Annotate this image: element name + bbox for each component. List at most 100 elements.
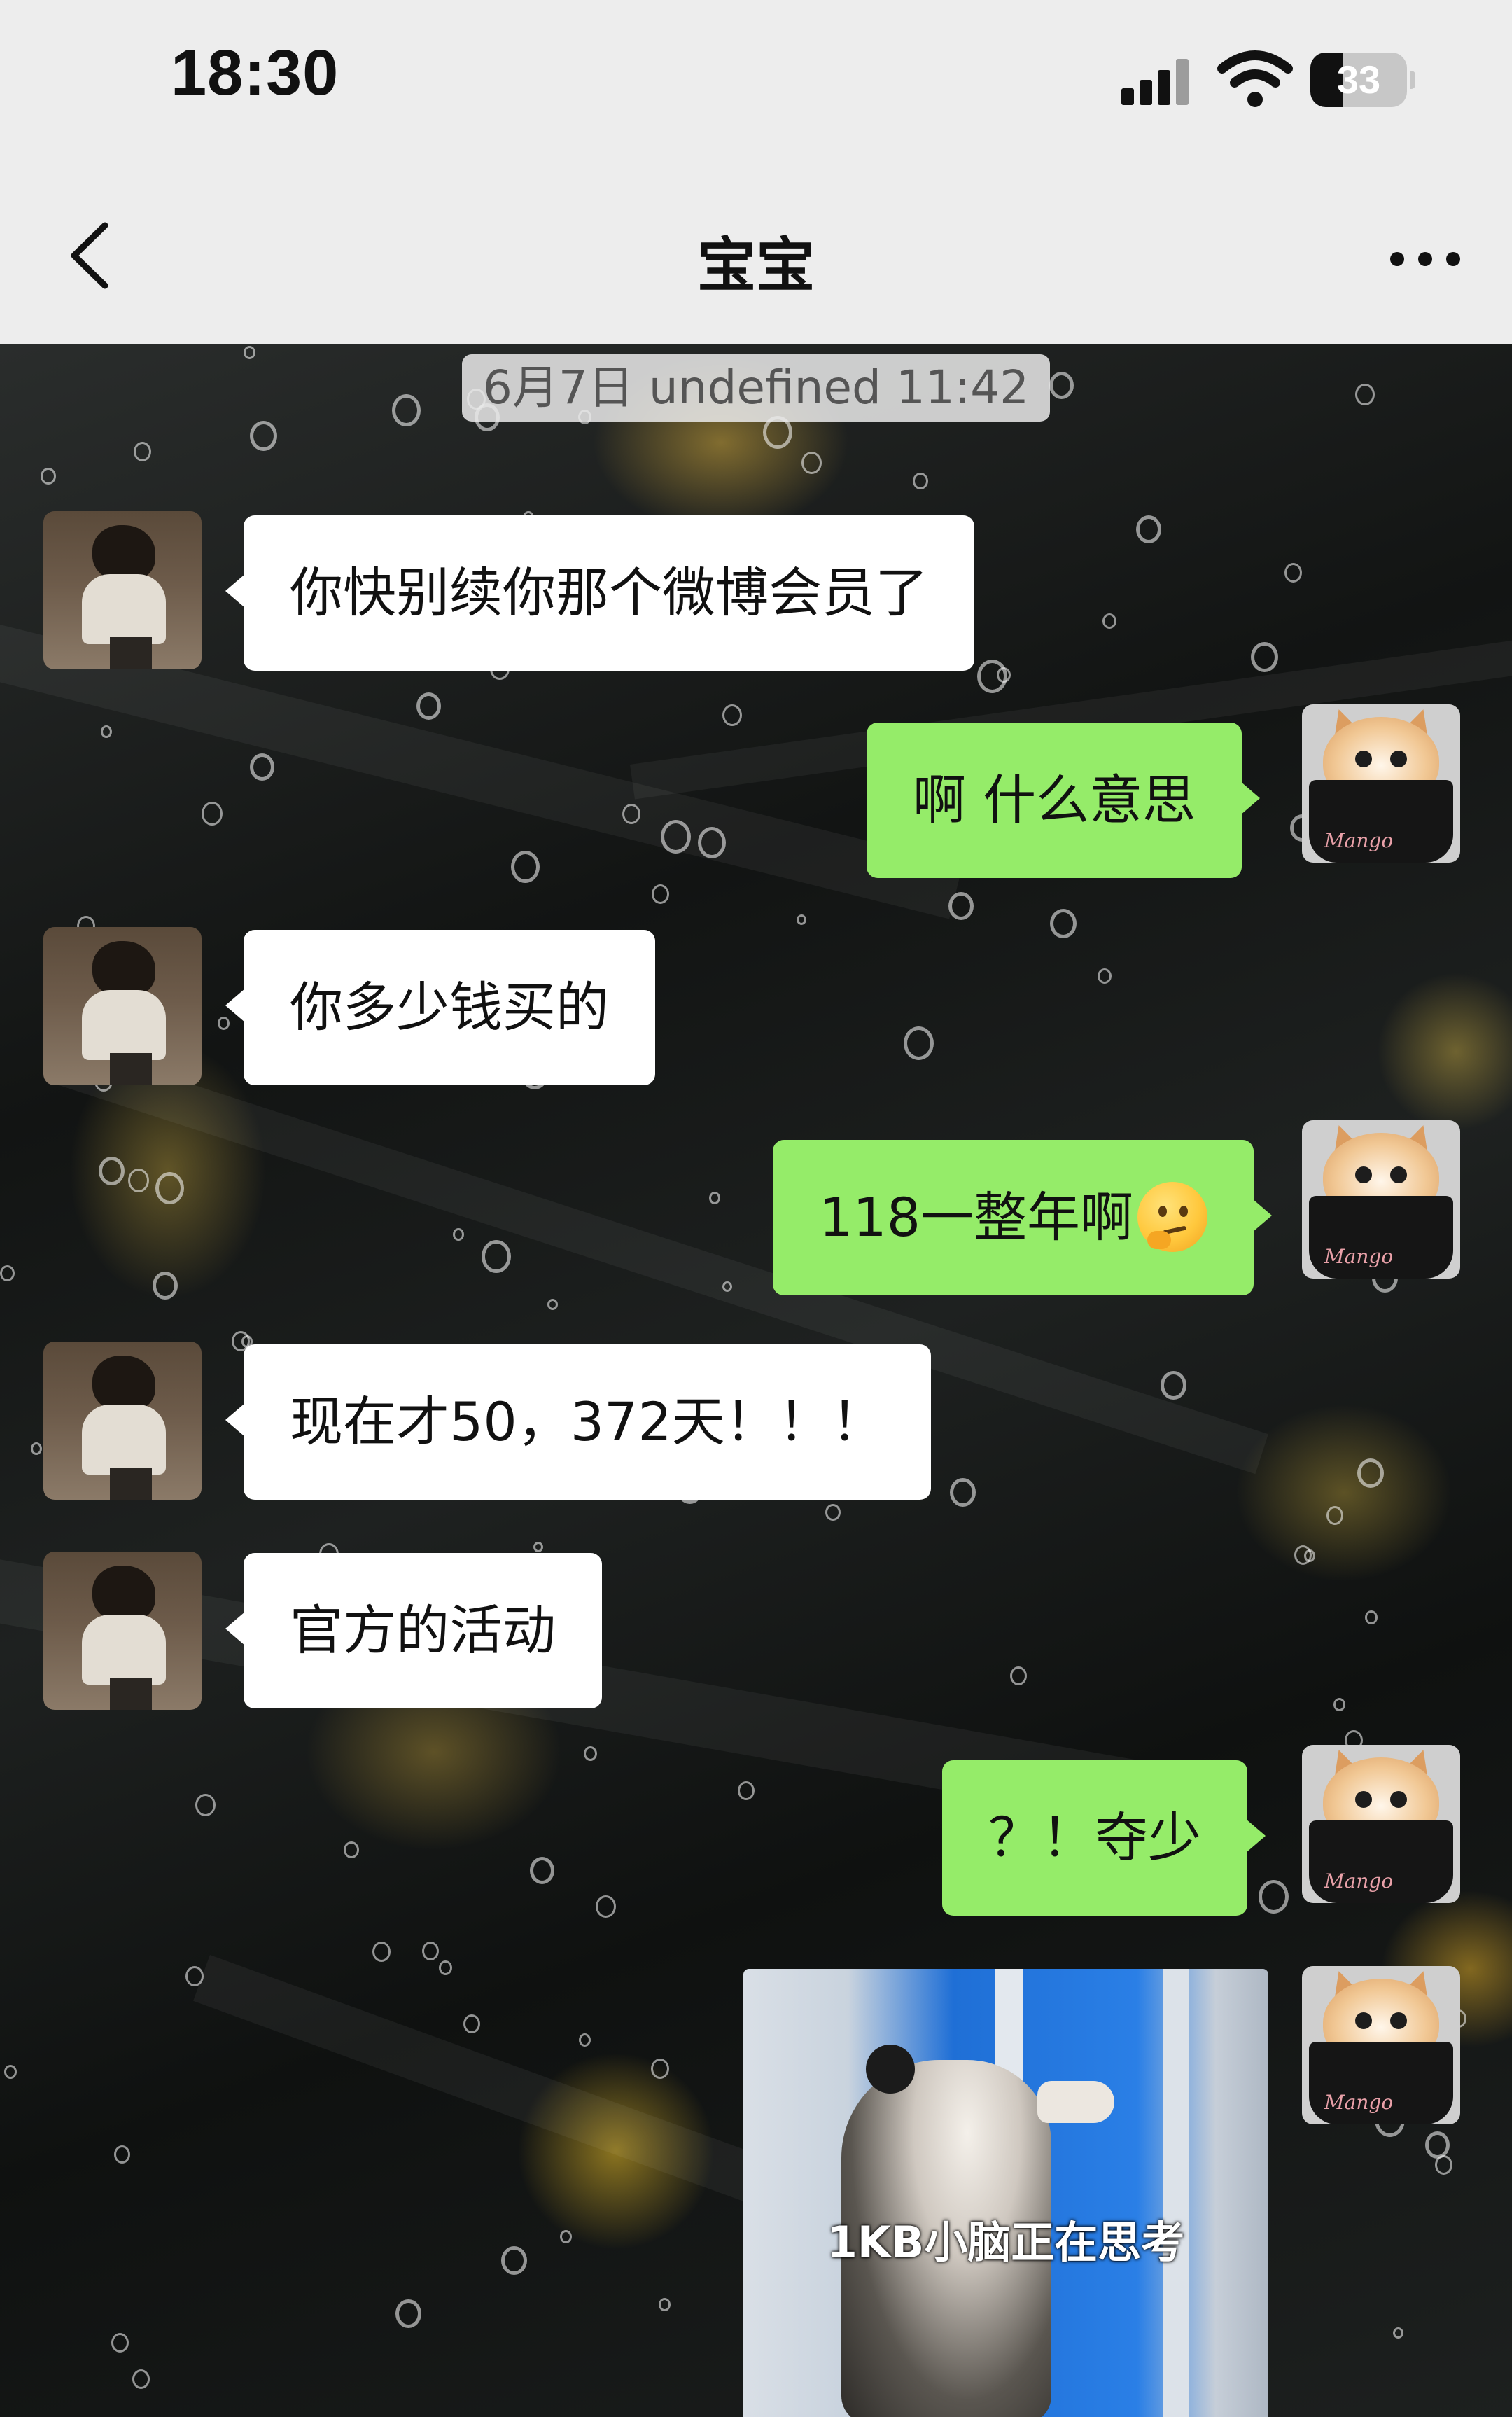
my-avatar[interactable]: Mango <box>1302 704 1460 863</box>
raindrop-decoration <box>155 1172 184 1204</box>
raindrop-decoration <box>453 1228 464 1241</box>
raindrop-decoration <box>128 1169 149 1192</box>
message-timestamp: 6月7日 undefined 11:42 <box>462 354 1050 422</box>
raindrop-decoration <box>797 914 806 925</box>
raindrop-decoration <box>1049 372 1074 399</box>
raindrop-decoration <box>530 1857 554 1884</box>
message-text: 你快别续你那个微博会员了 <box>290 562 928 624</box>
message-text: 官方的活动 <box>290 1599 556 1662</box>
more-dots-icon <box>1390 252 1404 266</box>
raindrop-decoration <box>250 421 277 451</box>
outgoing-message-bubble[interactable]: 啊 什么意思 <box>867 723 1261 878</box>
raindrop-decoration <box>134 442 151 461</box>
raindrop-decoration <box>111 2333 129 2353</box>
raindrop-decoration <box>1102 613 1116 629</box>
message-text: 118一整年啊 <box>819 1186 1134 1248</box>
message-text: 你多少钱买的 <box>290 976 609 1038</box>
raindrop-decoration <box>948 892 974 920</box>
raindrop-decoration <box>202 802 223 826</box>
raindrop-decoration <box>950 1478 976 1507</box>
raindrop-decoration <box>913 473 928 489</box>
raindrop-decoration <box>652 884 669 904</box>
raindrop-decoration <box>344 1841 359 1858</box>
incoming-message-bubble[interactable]: 你多少钱买的 <box>225 930 655 1085</box>
raindrop-decoration <box>1357 1458 1384 1488</box>
raindrop-decoration <box>153 1272 178 1300</box>
message-text: ？！夺少 <box>988 1806 1201 1869</box>
raindrop-decoration <box>547 1299 558 1310</box>
raindrop-decoration <box>392 394 421 426</box>
raindrop-decoration <box>977 660 1007 693</box>
raindrop-decoration <box>596 1895 616 1918</box>
contact-avatar[interactable] <box>43 927 202 1085</box>
contact-avatar[interactable] <box>43 511 202 669</box>
raindrop-decoration <box>4 2065 17 2079</box>
image-message[interactable]: 1KB小脑正在思考 <box>743 1969 1268 2417</box>
raindrop-decoration <box>463 2014 480 2033</box>
chat-message-list[interactable]: 6月7日 undefined 11:42 你快别续你那个微博会员了 啊 什么意思… <box>0 344 1512 2417</box>
raindrop-decoration <box>1355 384 1375 405</box>
incoming-message-bubble[interactable]: 你快别续你那个微博会员了 <box>225 515 974 671</box>
raindrop-decoration <box>1251 642 1278 672</box>
my-avatar[interactable]: Mango <box>1302 1745 1460 1903</box>
incoming-message-bubble[interactable]: 官方的活动 <box>225 1553 602 1708</box>
raindrop-decoration <box>1284 563 1302 583</box>
chat-header: 宝宝 <box>0 154 1512 344</box>
raindrop-decoration <box>501 2246 527 2275</box>
raindrop-decoration <box>802 452 822 474</box>
my-avatar[interactable]: Mango <box>1302 1966 1460 2124</box>
raindrop-decoration <box>114 2145 130 2164</box>
raindrop-decoration <box>560 2230 572 2243</box>
raindrop-decoration <box>416 692 441 720</box>
raindrop-decoration <box>738 1781 755 1800</box>
raindrop-decoration <box>1334 1698 1345 1711</box>
status-bar: 18:30 33 <box>0 0 1512 154</box>
wifi-icon <box>1217 50 1293 107</box>
avatar-brand: Mango <box>1324 829 1394 852</box>
contact-avatar[interactable] <box>43 1552 202 1710</box>
raindrop-decoration <box>439 1960 452 1975</box>
raindrop-decoration <box>1365 1610 1378 1624</box>
raindrop-decoration <box>722 1281 732 1292</box>
raindrop-decoration <box>0 1265 15 1281</box>
raindrop-decoration <box>482 1240 511 1273</box>
my-avatar[interactable]: Mango <box>1302 1120 1460 1279</box>
message-text: 啊 什么意思 <box>913 769 1196 831</box>
raindrop-decoration <box>651 2059 669 2079</box>
incoming-message-bubble[interactable]: 现在才50，372天！！！ <box>225 1344 931 1500</box>
raindrop-decoration <box>659 2298 671 2311</box>
raindrop-decoration <box>1393 2327 1404 2339</box>
status-time: 18:30 <box>171 37 340 109</box>
raindrop-decoration <box>1259 1880 1289 1914</box>
outgoing-message-bubble[interactable]: ？！夺少 <box>942 1760 1266 1916</box>
raindrop-decoration <box>533 1542 543 1552</box>
raindrop-decoration <box>904 1026 934 1060</box>
raindrop-decoration <box>41 468 56 485</box>
outgoing-message-bubble[interactable]: 118一整年啊 <box>773 1140 1273 1295</box>
raindrop-decoration <box>709 1192 720 1204</box>
raindrop-decoration <box>622 804 640 824</box>
avatar-brand: Mango <box>1324 1869 1394 1893</box>
raindrop-decoration <box>511 851 540 883</box>
raindrop-decoration <box>825 1504 841 1521</box>
battery-icon: 33 <box>1310 53 1415 107</box>
raindrop-decoration <box>1326 1506 1343 1525</box>
raindrop-decoration <box>244 346 255 359</box>
raindrop-decoration <box>186 1966 204 1986</box>
avatar-brand: Mango <box>1324 1245 1394 1268</box>
raindrop-decoration <box>1010 1666 1027 1685</box>
avatar-brand: Mango <box>1324 2091 1394 2114</box>
thinking-face-icon <box>1138 1182 1208 1252</box>
raindrop-decoration <box>722 704 742 726</box>
more-options-button[interactable] <box>1383 238 1467 280</box>
raindrop-decoration <box>1136 515 1161 543</box>
contact-avatar[interactable] <box>43 1342 202 1500</box>
raindrop-decoration <box>1098 968 1112 984</box>
raindrop-decoration <box>195 1794 216 1816</box>
raindrop-decoration <box>579 2033 591 2047</box>
raindrop-decoration <box>99 1157 125 1185</box>
raindrop-decoration <box>1050 909 1077 938</box>
raindrop-decoration <box>1294 1545 1312 1565</box>
chat-title: 宝宝 <box>696 231 815 300</box>
raindrop-decoration <box>1425 2131 1450 2159</box>
